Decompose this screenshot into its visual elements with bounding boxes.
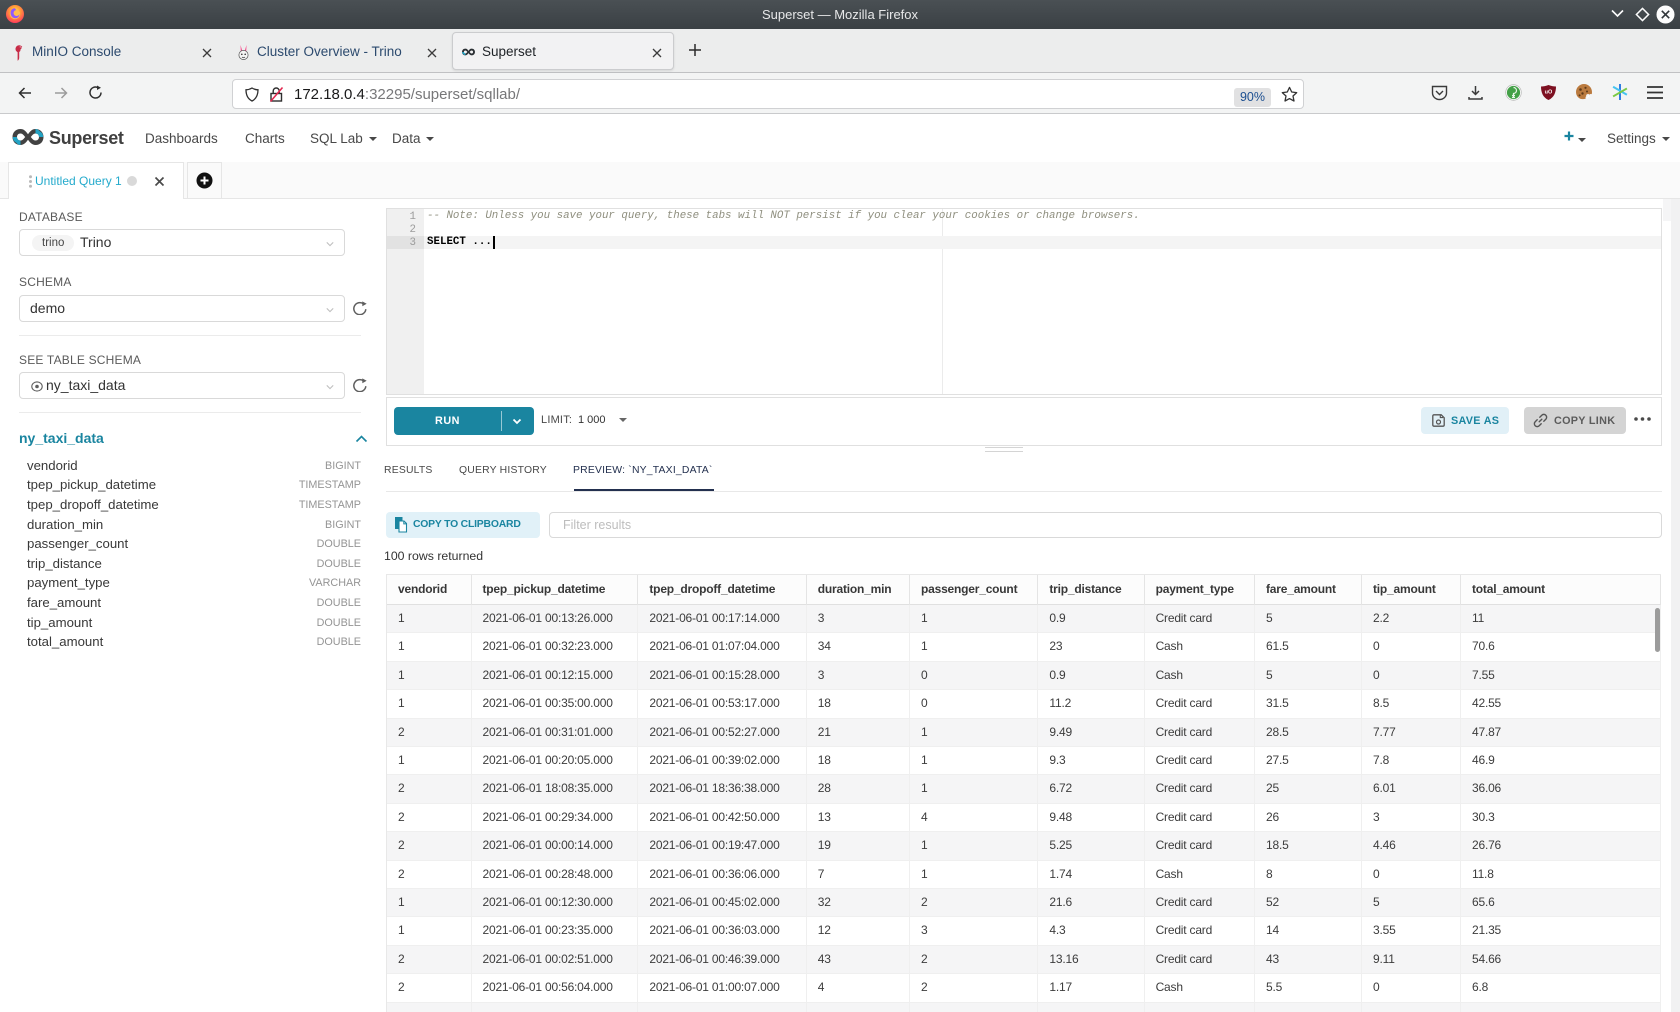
svg-text:uO: uO [1545,90,1553,96]
